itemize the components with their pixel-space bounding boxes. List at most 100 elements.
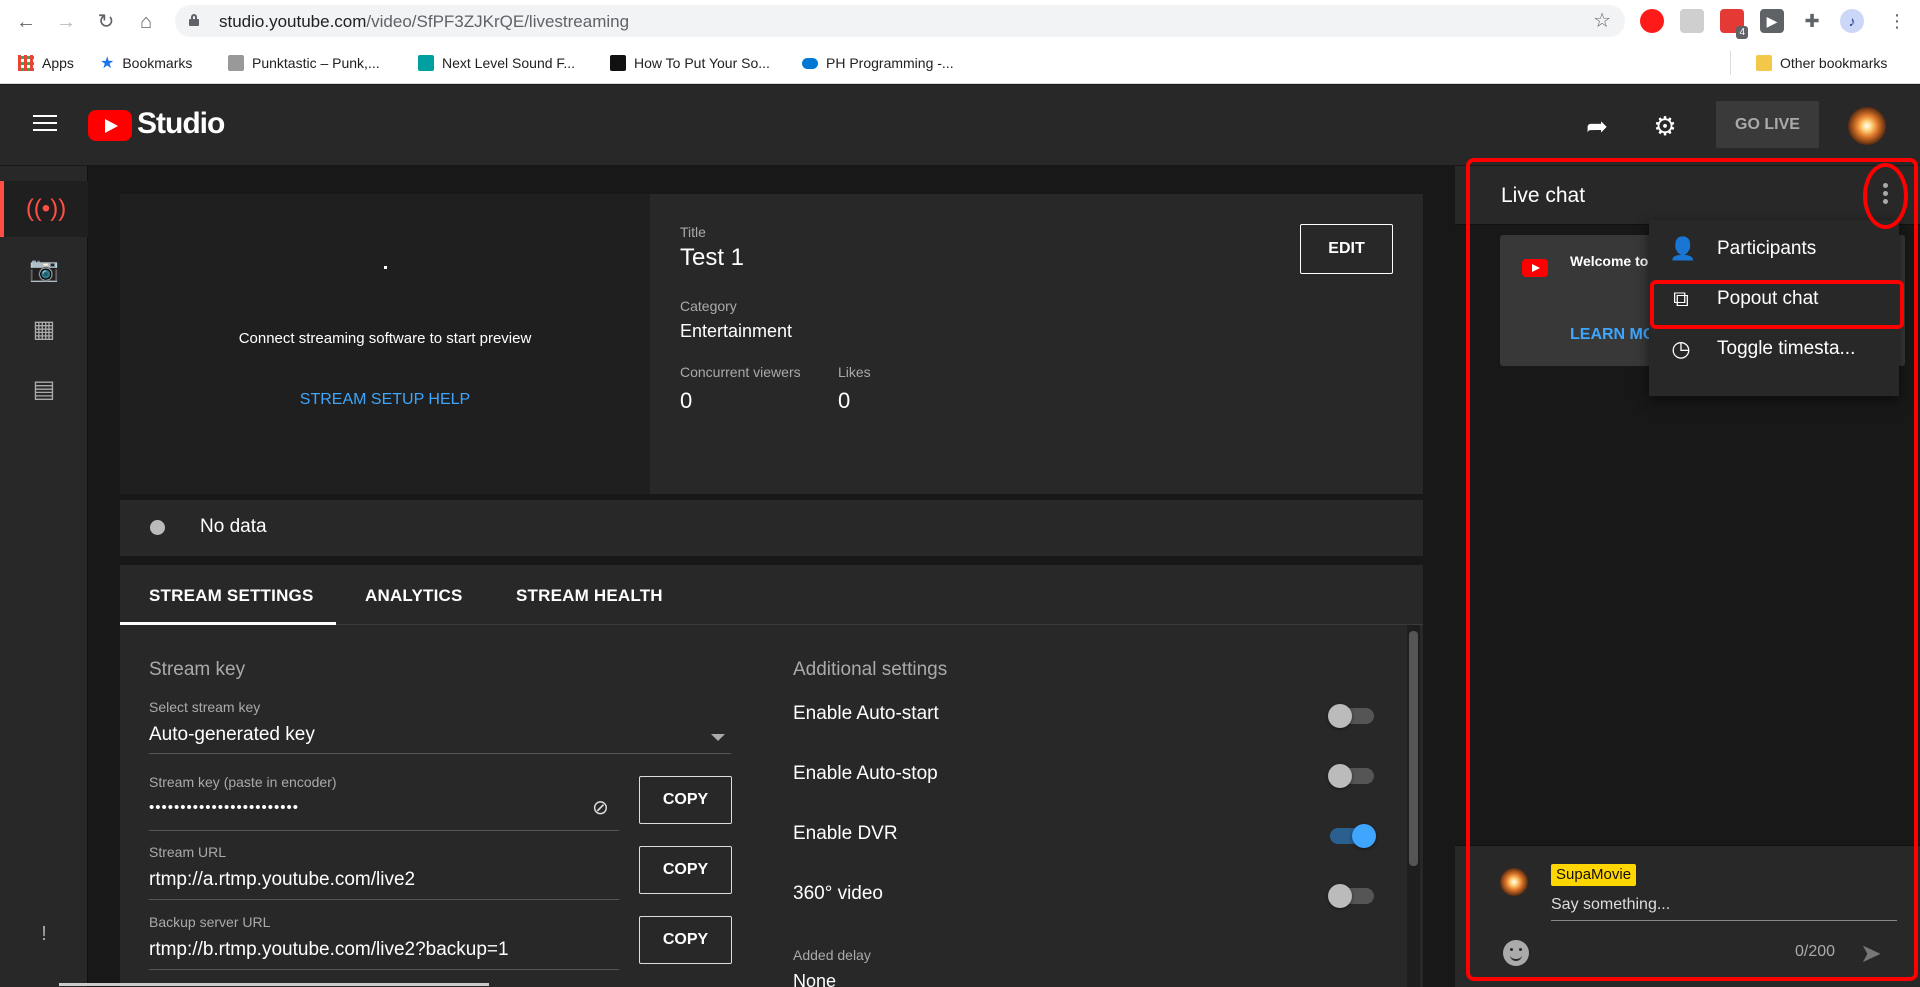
- rail-feedback-icon[interactable]: !: [0, 906, 88, 962]
- tab-stream-settings[interactable]: STREAM SETTINGS: [149, 586, 314, 606]
- apps-grid-icon: [18, 55, 34, 71]
- edit-button[interactable]: EDIT: [1300, 224, 1393, 274]
- chrome-menu-icon[interactable]: ⋮: [1885, 9, 1909, 33]
- rail-calendar-icon[interactable]: ▦: [0, 301, 88, 357]
- annotation-more-options-ellipse: [1863, 163, 1908, 229]
- extension-red-icon[interactable]: 4: [1720, 9, 1748, 39]
- bookmark-label: PH Programming -...: [826, 55, 954, 71]
- annotation-popout-highlight: [1650, 280, 1904, 329]
- status-dot-icon: [150, 520, 165, 535]
- viewers-label: Concurrent viewers: [680, 364, 801, 380]
- address-bar[interactable]: studio.youtube.com/video/SfPF3ZJKrQE/liv…: [175, 5, 1625, 37]
- bookmark-how-to[interactable]: How To Put Your So...: [610, 52, 770, 74]
- puzzle-icon[interactable]: ✚: [1800, 9, 1824, 33]
- url-text[interactable]: studio.youtube.com/video/SfPF3ZJKrQE/liv…: [219, 12, 629, 32]
- bookmark-punktastic[interactable]: Punktastic – Punk,...: [228, 52, 380, 74]
- studio-logo-text: Studio: [137, 107, 225, 140]
- title-label: Title: [680, 224, 706, 240]
- copy-key-button[interactable]: COPY: [639, 776, 732, 824]
- stream-key-heading: Stream key: [149, 659, 246, 680]
- forward-icon[interactable]: →: [52, 8, 80, 36]
- play-icon: [610, 55, 626, 71]
- punktastic-icon: [228, 55, 244, 71]
- bookmark-label: Punktastic – Punk,...: [252, 55, 380, 71]
- viewers-value: 0: [680, 388, 693, 413]
- url-host: studio.youtube.com: [219, 12, 367, 31]
- dvr-label: Enable DVR: [793, 823, 898, 844]
- share-icon[interactable]: ➦: [1582, 111, 1612, 141]
- select-key-label: Select stream key: [149, 699, 261, 715]
- reload-icon[interactable]: ↻: [92, 8, 120, 36]
- youtube-logo-icon[interactable]: [88, 110, 132, 141]
- studio-header: Studio ➦ ⚙ GO LIVE: [0, 85, 1920, 165]
- bookmarks-divider: [1730, 51, 1731, 75]
- settings-tabs: STREAM SETTINGS ANALYTICS STREAM HEALTH: [120, 565, 1423, 625]
- auto-start-toggle[interactable]: [1328, 704, 1374, 728]
- chevron-down-icon[interactable]: [711, 734, 725, 741]
- added-delay-select[interactable]: None: [793, 971, 836, 987]
- hamburger-menu-icon[interactable]: [33, 115, 57, 133]
- other-bookmarks-label: Other bookmarks: [1780, 55, 1888, 71]
- bookmark-label: Next Level Sound F...: [442, 55, 576, 71]
- folder-icon: [1756, 55, 1772, 71]
- select-underline: [149, 753, 731, 754]
- profile-icon[interactable]: ♪: [1840, 9, 1864, 33]
- scrollbar-thumb[interactable]: [1409, 631, 1418, 866]
- bookmark-ph-programming[interactable]: PH Programming -...: [802, 52, 954, 74]
- media-extension-icon[interactable]: ▶: [1760, 9, 1784, 33]
- url-path: /video/SfPF3ZJKrQE/livestreaming: [366, 12, 630, 31]
- rail-camera-icon[interactable]: 📷: [0, 241, 88, 297]
- status-text: No data: [200, 516, 267, 537]
- url-underline: [149, 899, 619, 900]
- copy-backup-button[interactable]: COPY: [639, 916, 732, 964]
- bookmark-star-icon[interactable]: ☆: [1593, 8, 1611, 33]
- stream-setup-help-link[interactable]: STREAM SETUP HELP: [120, 391, 650, 409]
- stream-url-label: Stream URL: [149, 844, 227, 860]
- backup-url-field[interactable]: rtmp://b.rtmp.youtube.com/live2?backup=1: [149, 939, 509, 961]
- key-underline: [149, 830, 619, 831]
- backup-url-label: Backup server URL: [149, 914, 271, 930]
- home-icon[interactable]: ⌂: [132, 8, 160, 36]
- gear-icon[interactable]: ⚙: [1650, 111, 1680, 141]
- go-live-button[interactable]: GO LIVE: [1716, 101, 1819, 148]
- avatar[interactable]: [1848, 107, 1886, 145]
- bookmark-label: Bookmarks: [122, 55, 193, 71]
- dvr-toggle[interactable]: [1330, 824, 1376, 848]
- tab-analytics[interactable]: ANALYTICS: [365, 586, 463, 606]
- back-icon[interactable]: ←: [12, 8, 40, 36]
- added-delay-label: Added delay: [793, 947, 871, 963]
- rail-manage-icon[interactable]: ▤: [0, 361, 88, 417]
- settings-scrollbar[interactable]: [1407, 625, 1420, 987]
- extension-gray-icon[interactable]: [1680, 9, 1704, 33]
- lock-icon: [189, 14, 199, 26]
- likes-value: 0: [838, 388, 851, 413]
- auto-start-label: Enable Auto-start: [793, 703, 939, 724]
- category-label: Category: [680, 298, 737, 314]
- left-rail: ((•)) 📷 ▦ ▤ !: [0, 166, 88, 987]
- visibility-off-icon[interactable]: ⊘: [592, 795, 618, 821]
- bookmark-bookmarks[interactable]: ★ Bookmarks: [100, 52, 192, 74]
- backup-underline: [149, 969, 619, 970]
- other-bookmarks[interactable]: Other bookmarks: [1756, 52, 1887, 74]
- stream-key-field[interactable]: ••••••••••••••••••••••••: [149, 799, 299, 816]
- opera-extension-icon[interactable]: [1640, 9, 1664, 33]
- next-level-sound-icon: [418, 55, 434, 71]
- 360-video-toggle[interactable]: [1328, 884, 1374, 908]
- bookmark-apps[interactable]: Apps: [18, 52, 74, 74]
- bookmarks-bar: Apps ★ Bookmarks Punktastic – Punk,... Ne…: [0, 43, 1920, 84]
- auto-stop-toggle[interactable]: [1328, 764, 1374, 788]
- stream-url-field[interactable]: rtmp://a.rtmp.youtube.com/live2: [149, 869, 415, 891]
- title-value: Test 1: [680, 244, 745, 271]
- additional-settings-heading: Additional settings: [793, 659, 948, 680]
- bookmark-next-level-sound[interactable]: Next Level Sound F...: [418, 52, 575, 74]
- rail-stream-icon[interactable]: ((•)): [0, 181, 88, 237]
- star-icon: ★: [100, 55, 115, 72]
- category-value: Entertainment: [680, 321, 793, 341]
- tab-stream-health[interactable]: STREAM HEALTH: [516, 586, 663, 606]
- copy-url-button[interactable]: COPY: [639, 846, 732, 894]
- likes-label: Likes: [838, 364, 871, 380]
- page-scroll-indicator: [59, 983, 489, 986]
- stream-key-select[interactable]: Auto-generated key: [149, 724, 315, 746]
- preview-message: Connect streaming software to start prev…: [238, 330, 532, 347]
- stream-info: Title Test 1 Category Entertainment Conc…: [650, 194, 1423, 494]
